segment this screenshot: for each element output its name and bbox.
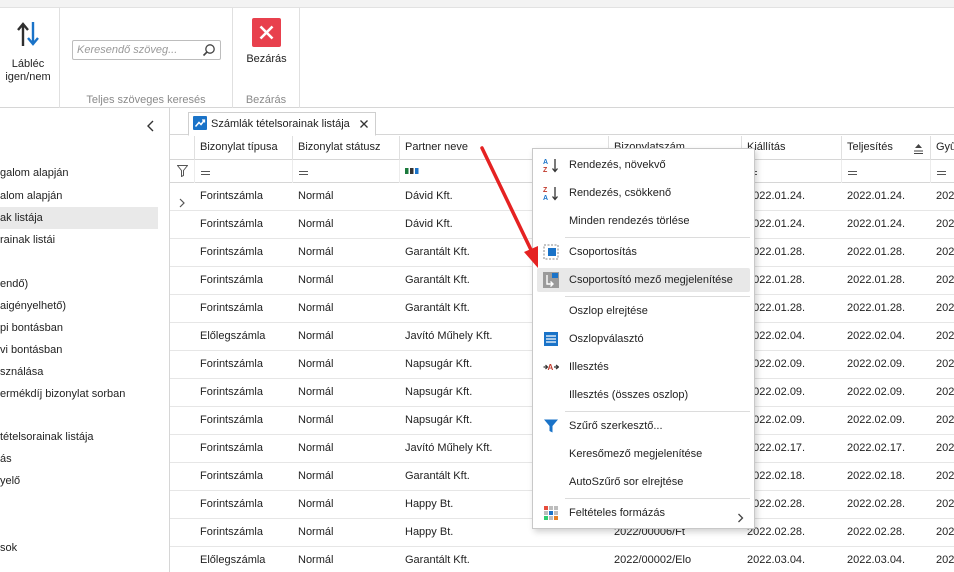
annotation-arrow [480, 146, 538, 268]
